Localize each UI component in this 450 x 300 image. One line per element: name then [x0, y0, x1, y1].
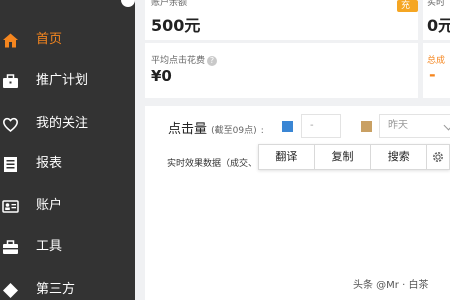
- sidebar-item-label: 报表: [36, 156, 63, 171]
- home-icon: [3, 33, 18, 48]
- panel-title-colon: :: [260, 126, 264, 136]
- sidebar-item-label: 我的关注: [36, 116, 89, 131]
- report-icon: [4, 157, 17, 172]
- heart-icon: [2, 117, 19, 133]
- avg-cost-card: 平均点击花费? ¥0: [145, 43, 418, 98]
- realtime-value: 0元: [427, 16, 450, 35]
- blue-series-swatch: [282, 121, 293, 132]
- tan-series-swatch: [361, 121, 372, 132]
- id-card-icon: [2, 200, 19, 213]
- chevron-down-icon: [443, 120, 450, 131]
- avg-cost-label: 平均点击花费?: [151, 53, 218, 66]
- sidebar-item-label: 账户: [36, 198, 63, 213]
- app-root: 首页 推广计划 我的关注 报表 账户 工具 第三方 账户余额 500元 充值 实…: [0, 0, 450, 300]
- sidebar-item-campaign[interactable]: 推广计划: [0, 61, 135, 101]
- panel-title: 点击量 (截至09点) :: [168, 118, 264, 137]
- sidebar-item-follow[interactable]: 我的关注: [0, 104, 135, 144]
- gear-button[interactable]: [427, 145, 449, 169]
- date-select-value: 昨天: [388, 120, 408, 131]
- gear-icon: [433, 152, 444, 162]
- sidebar-item-tools[interactable]: 工具: [0, 227, 135, 267]
- avg-cost-value: ¥0: [151, 67, 172, 85]
- panel-title-main: 点击量: [168, 122, 208, 137]
- realtime-card: 实时 0元: [423, 0, 450, 40]
- balance-card: 账户余额 500元 充值: [145, 0, 418, 40]
- total-card: 总成 -: [423, 43, 450, 98]
- search-button[interactable]: 搜索: [371, 145, 428, 169]
- text-selection-toolbar: 翻译 复制 搜索: [258, 144, 450, 170]
- sidebar-item-thirdparty[interactable]: 第三方: [0, 270, 135, 300]
- sidebar-item-home[interactable]: 首页: [0, 20, 135, 60]
- clicks-panel: 点击量 (截至09点) : - 昨天 实时效果数据（成交、: [145, 106, 450, 300]
- avg-cost-label-text: 平均点击花费: [151, 56, 206, 66]
- collapse-icon[interactable]: [121, 0, 135, 7]
- sidebar-item-account[interactable]: 账户: [0, 186, 135, 226]
- sidebar-item-label: 工具: [36, 239, 63, 254]
- sidebar-item-label: 首页: [36, 32, 63, 47]
- realtime-label: 实时: [427, 0, 446, 8]
- date-select[interactable]: 昨天: [379, 114, 450, 138]
- copy-button[interactable]: 复制: [315, 145, 372, 169]
- sidebar-item-label: 第三方: [36, 282, 76, 297]
- watermark: 头条 @Mr · 白茶: [353, 280, 429, 291]
- translate-button[interactable]: 翻译: [259, 145, 315, 169]
- panel-title-sub: (截至09点): [211, 126, 257, 136]
- compare-input[interactable]: -: [301, 114, 341, 138]
- toolbox-icon: [3, 240, 18, 254]
- balance-value: 500元: [151, 16, 201, 35]
- diamond-icon: [3, 283, 18, 298]
- recharge-button[interactable]: 充值: [397, 0, 418, 23]
- help-icon[interactable]: ?: [207, 55, 218, 66]
- total-value: -: [429, 65, 436, 84]
- sidebar: 首页 推广计划 我的关注 报表 账户 工具 第三方: [0, 0, 135, 300]
- sidebar-item-report[interactable]: 报表: [0, 144, 135, 184]
- balance-label: 账户余额: [151, 0, 188, 8]
- realtime-data-text: 实时效果数据（成交、: [167, 159, 258, 169]
- sidebar-item-label: 推广计划: [36, 73, 89, 88]
- briefcase-icon: [3, 74, 18, 88]
